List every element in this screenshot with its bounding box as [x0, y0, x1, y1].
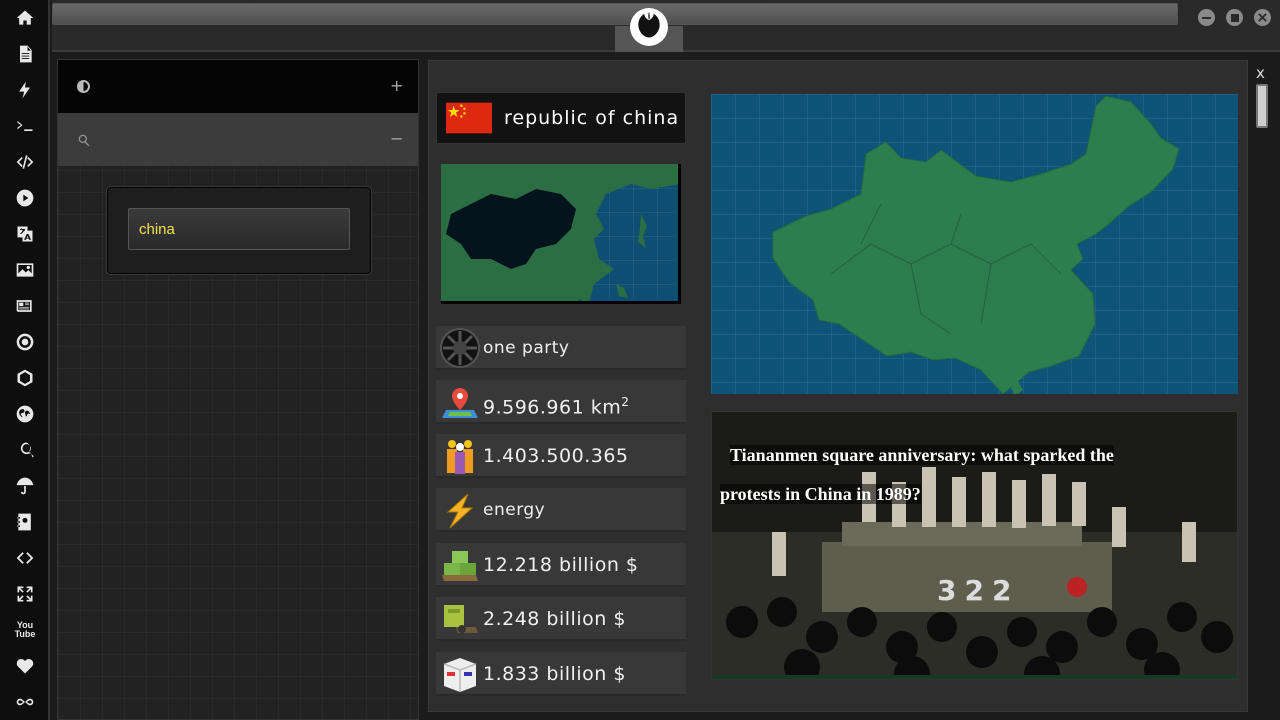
bolt-icon[interactable]	[13, 78, 37, 102]
population-card: 1.403.500.365	[436, 434, 686, 478]
china-flag-icon	[446, 102, 492, 134]
economy-value-1: 12.218 billion $	[483, 554, 639, 576]
maximize-button[interactable]	[1226, 9, 1243, 26]
umbrella-icon[interactable]	[13, 474, 37, 498]
play-icon[interactable]	[13, 186, 37, 210]
search-icon	[78, 134, 90, 147]
area-value: 9.596.961 km2	[483, 395, 630, 419]
energy-icon	[446, 493, 474, 529]
government-card: one party	[436, 326, 686, 370]
rebel-alliance-logo	[630, 8, 668, 46]
country-search-input[interactable]	[128, 208, 350, 250]
map-pin-icon	[442, 388, 478, 418]
country-map[interactable]	[711, 94, 1238, 394]
population-value: 1.403.500.365	[483, 445, 629, 467]
top-bar	[52, 0, 1280, 52]
terminal-icon[interactable]	[13, 114, 37, 138]
news-card[interactable]: 322 Tiananmen square anniversary: what s…	[711, 411, 1238, 680]
globe-icon[interactable]	[13, 402, 37, 426]
rebel-icon[interactable]	[13, 366, 37, 390]
heart-icon[interactable]	[13, 654, 37, 678]
economy-card-3: 1.833 billion $	[436, 652, 686, 696]
export-icon	[444, 605, 478, 633]
youtube-icon[interactable]: You Tube	[13, 618, 37, 642]
minimize-button[interactable]	[1198, 9, 1215, 26]
sector-card: energy	[436, 488, 686, 532]
close-window-button[interactable]	[1254, 9, 1271, 26]
expand-button[interactable]: +	[390, 76, 403, 95]
economy-card-1: 12.218 billion $	[436, 543, 686, 587]
vehicle-number: 322	[937, 574, 1020, 607]
empire-icon	[440, 328, 480, 368]
contacts-icon[interactable]	[13, 510, 37, 534]
locator-map	[441, 164, 681, 304]
country-name: republic of china	[504, 107, 680, 129]
package-icon	[443, 658, 477, 692]
home-icon[interactable]	[13, 6, 37, 30]
document-icon[interactable]	[13, 42, 37, 66]
economy-value-2: 2.248 billion $	[483, 608, 626, 630]
empire-icon[interactable]	[13, 330, 37, 354]
icon-sidebar: You Tube	[0, 0, 50, 720]
economy-card-2: 2.248 billion $	[436, 597, 686, 641]
money-stack-icon	[442, 551, 478, 581]
collapse-button[interactable]: −	[390, 129, 403, 148]
translate-icon[interactable]	[13, 222, 37, 246]
main-sector: energy	[483, 500, 546, 520]
infinity-icon[interactable]	[13, 690, 37, 714]
contrast-icon[interactable]	[77, 80, 90, 93]
panel-header-theme: +	[58, 60, 418, 113]
government-type: one party	[483, 338, 570, 358]
country-title-card: republic of china	[436, 92, 686, 144]
search-icon[interactable]	[13, 438, 37, 462]
population-icon	[447, 440, 473, 474]
image-icon[interactable]	[13, 258, 37, 282]
left-panel: + −	[57, 59, 419, 720]
code-icon[interactable]	[13, 150, 37, 174]
economy-value-3: 1.833 billion $	[483, 663, 626, 685]
panel-header-search: −	[58, 113, 418, 166]
news-icon[interactable]	[13, 294, 37, 318]
news-headline[interactable]: Tiananmen square anniversary: what spark…	[720, 436, 1140, 514]
search-box	[107, 187, 371, 274]
area-card: 9.596.961 km2	[436, 380, 686, 424]
address-bar[interactable]	[52, 3, 1178, 25]
transfer-icon[interactable]	[13, 546, 37, 570]
scrollbar-thumb[interactable]	[1256, 84, 1268, 128]
close-button[interactable]: x	[1256, 64, 1265, 82]
fullscreen-icon[interactable]	[13, 582, 37, 606]
